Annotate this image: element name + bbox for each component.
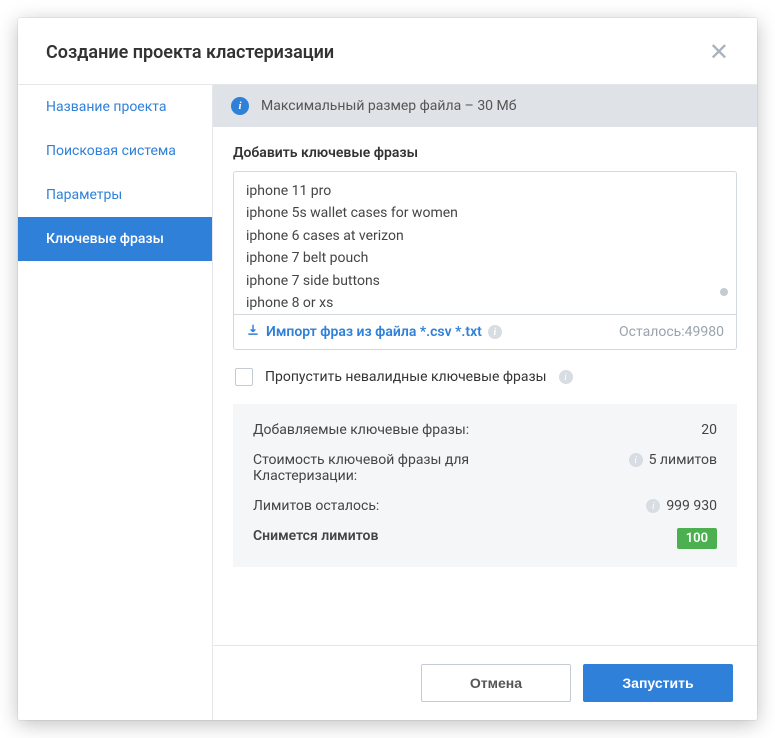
deduct-badge: 100 — [677, 528, 717, 549]
stat-value: 100 — [677, 528, 717, 549]
download-icon — [246, 323, 260, 341]
remaining-counter: Осталось:49980 — [619, 324, 724, 340]
sidebar-item-label: Параметры — [46, 187, 122, 203]
stat-value: 20 — [701, 422, 717, 438]
skip-invalid-row: Пропустить невалидные ключевые фразы i — [233, 350, 737, 404]
skip-invalid-label: Пропустить невалидные ключевые фразы — [265, 369, 547, 385]
info-icon: i — [559, 370, 573, 384]
stat-limits-left: Лимитов осталось: i 999 930 — [253, 498, 717, 514]
keywords-box: Импорт фраз из файла *.csv *.txt i Остал… — [233, 171, 737, 350]
import-link[interactable]: Импорт фраз из файла *.csv *.txt i — [246, 323, 502, 341]
modal-footer: Отмена Запустить — [213, 645, 757, 720]
import-link-text: Импорт фраз из файла *.csv *.txt — [266, 324, 482, 340]
stat-label: Снимется лимитов — [253, 528, 378, 544]
skip-invalid-checkbox[interactable] — [235, 368, 253, 386]
keywords-label: Добавить ключевые фразы — [233, 145, 737, 161]
modal-dialog: Создание проекта кластеризации ✕ Названи… — [18, 18, 757, 720]
sidebar-item-label: Поисковая система — [46, 143, 176, 159]
content-inner: Добавить ключевые фразы Импорт фраз из ф… — [213, 127, 757, 645]
stat-value: i 5 лимитов — [629, 452, 717, 468]
sidebar-item-search-engine[interactable]: Поисковая система — [18, 129, 212, 173]
info-icon: i — [231, 97, 249, 115]
scrollbar-thumb[interactable] — [720, 288, 728, 296]
stat-added: Добавляемые ключевые фразы: 20 — [253, 422, 717, 438]
close-icon[interactable]: ✕ — [709, 40, 729, 64]
info-icon: i — [646, 499, 660, 513]
modal-body: Название проекта Поисковая система Парам… — [18, 85, 757, 720]
modal-header: Создание проекта кластеризации ✕ — [18, 18, 757, 85]
keywords-textarea[interactable] — [234, 172, 736, 310]
info-banner: i Максимальный размер файла – 30 Мб — [213, 85, 757, 127]
keywords-footer: Импорт фраз из файла *.csv *.txt i Остал… — [234, 314, 736, 349]
stat-label: Добавляемые ключевые фразы: — [253, 422, 469, 438]
modal-title: Создание проекта кластеризации — [46, 42, 334, 63]
sidebar-item-label: Ключевые фразы — [46, 231, 164, 247]
stat-label: Стоимость ключевой фразы для Кластеризац… — [253, 452, 533, 484]
sidebar-item-keywords[interactable]: Ключевые фразы — [18, 217, 212, 261]
stat-cost: Стоимость ключевой фразы для Кластеризац… — [253, 452, 717, 484]
sidebar: Название проекта Поисковая система Парам… — [18, 85, 213, 720]
stat-value: i 999 930 — [646, 498, 717, 514]
info-banner-text: Максимальный размер файла – 30 Мб — [261, 98, 517, 114]
info-icon: i — [629, 453, 643, 467]
sidebar-item-project-name[interactable]: Название проекта — [18, 85, 212, 129]
stat-deduct: Снимется лимитов 100 — [253, 528, 717, 549]
sidebar-item-label: Название проекта — [46, 99, 167, 115]
info-icon: i — [488, 325, 502, 339]
sidebar-item-parameters[interactable]: Параметры — [18, 173, 212, 217]
stats-box: Добавляемые ключевые фразы: 20 Стоимость… — [233, 404, 737, 567]
submit-button[interactable]: Запустить — [583, 664, 733, 702]
content-area: i Максимальный размер файла – 30 Мб Доба… — [213, 85, 757, 720]
stat-label: Лимитов осталось: — [253, 498, 379, 514]
cancel-button[interactable]: Отмена — [421, 664, 571, 702]
